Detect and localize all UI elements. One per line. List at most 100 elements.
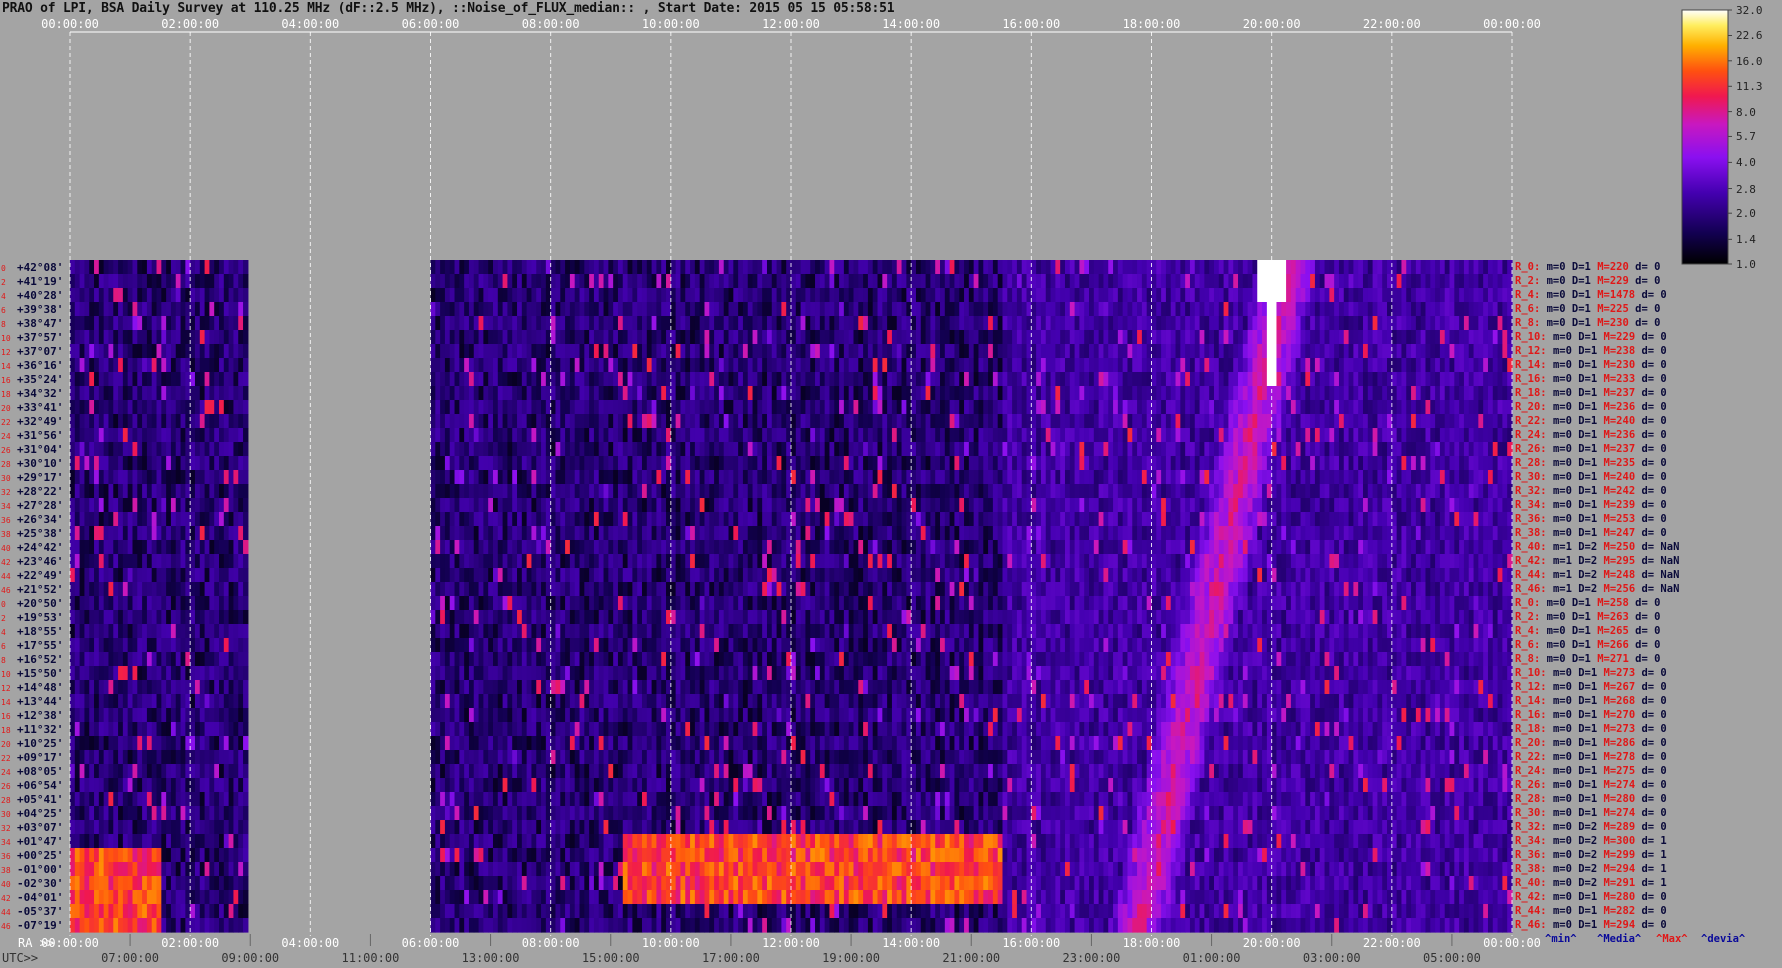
heatmap-cell [161,344,167,359]
heatmap-cell [627,484,633,499]
heatmap-cell [593,344,600,359]
heatmap-cell [1276,358,1282,373]
heatmap-cell [598,260,605,275]
heatmap-cell [108,400,114,415]
heatmap-cell [1415,484,1422,499]
heatmap-cell [444,470,451,485]
heatmap-cell [1401,330,1407,345]
heatmap-cell [146,386,153,401]
heatmap-cell [1040,316,1047,331]
heatmap-cell [622,484,629,499]
heatmap-cell [1180,260,1186,275]
heatmap-cell [103,470,110,485]
heatmap-cell [632,470,638,485]
heatmap-cell [685,358,691,373]
heatmap-cell [603,400,609,415]
heatmap-cell [199,484,206,499]
heatmap-cell [997,330,1004,345]
heatmap-cell [954,456,960,471]
heatmap-cell [622,302,629,317]
heatmap-cell [1391,274,1398,289]
heatmap-cell [1132,344,1138,359]
heatmap-cell [1329,442,1335,457]
heatmap-cell [1439,372,1446,387]
heatmap-cell [964,302,970,317]
heatmap-cell [1286,470,1292,485]
heatmap-cell [1233,386,1239,401]
heatmap-cell [1401,372,1407,387]
heatmap-cell [1175,484,1181,499]
heatmap-cell [449,470,456,485]
heatmap-cell [1021,428,1028,443]
heatmap-cell [146,358,153,373]
heatmap-cell [815,512,821,527]
heatmap-cell [766,372,773,387]
heatmap-cell [781,400,787,415]
heatmap-cell [771,414,778,429]
heatmap-cell [1180,288,1186,303]
heatmap-cell [641,428,648,443]
heatmap-cell [661,414,667,429]
heatmap-cell [1238,498,1244,513]
heatmap-cell [194,288,201,303]
heatmap-cell [718,274,725,289]
heatmap-cell [848,484,855,499]
heatmap-cell [1103,358,1109,373]
heatmap-cell [1141,372,1148,387]
heatmap-cell [1132,498,1138,513]
heatmap-cell [608,330,614,345]
heatmap-cell [464,470,470,485]
heatmap-cell [209,274,215,289]
heatmap-cell [1223,386,1230,401]
heatmap-cell [175,260,182,275]
heatmap-cell [468,358,475,373]
heatmap-cell [1185,428,1191,443]
heatmap-cell [1473,274,1479,289]
heatmap-cell [223,386,230,401]
heatmap-cell [896,330,903,345]
heatmap-cell [1449,288,1455,303]
heatmap-cell [579,456,585,471]
heatmap-cell [1228,442,1234,457]
heatmap-cell [584,470,590,485]
heatmap-cell [1290,330,1297,345]
heatmap-cell [964,274,970,289]
heatmap-cell [113,274,119,289]
heatmap-cell [444,386,451,401]
heatmap-cell [1127,498,1133,513]
heatmap-cell [709,274,715,289]
heatmap-cell [1382,456,1388,471]
heatmap-cell [565,456,571,471]
heatmap-cell [1372,456,1379,471]
heatmap-cell [1036,498,1042,513]
heatmap-cell [613,274,619,289]
heatmap-cell [1108,414,1114,429]
heatmap-cell [1286,372,1292,387]
heatmap-cell [656,512,662,527]
heatmap-cell [1084,260,1090,275]
heatmap-cell [1372,428,1379,443]
heatmap-cell [1329,498,1335,513]
heatmap-cell [920,400,927,415]
heatmap-cell [1185,274,1191,289]
heatmap-cell [1252,456,1258,471]
heatmap-cell [473,330,480,345]
heatmap-cell [449,414,456,429]
heatmap-cell [560,288,566,303]
heatmap-cell [637,302,643,317]
heatmap-cell [1358,288,1364,303]
heatmap-cell [1002,414,1008,429]
heatmap-cell [555,344,561,359]
heatmap-cell [94,498,100,513]
heatmap-cell [690,442,696,457]
heatmap-cell [233,330,239,345]
heatmap-cell [742,498,749,513]
heatmap-cell [122,372,129,387]
heatmap-cell [194,442,201,457]
heatmap-cell [848,330,855,345]
heatmap-cell [978,414,984,429]
heatmap-cell [699,414,706,429]
heatmap-cell [1262,274,1268,289]
heatmap-cell [622,316,629,331]
heatmap-cell [1204,274,1210,289]
